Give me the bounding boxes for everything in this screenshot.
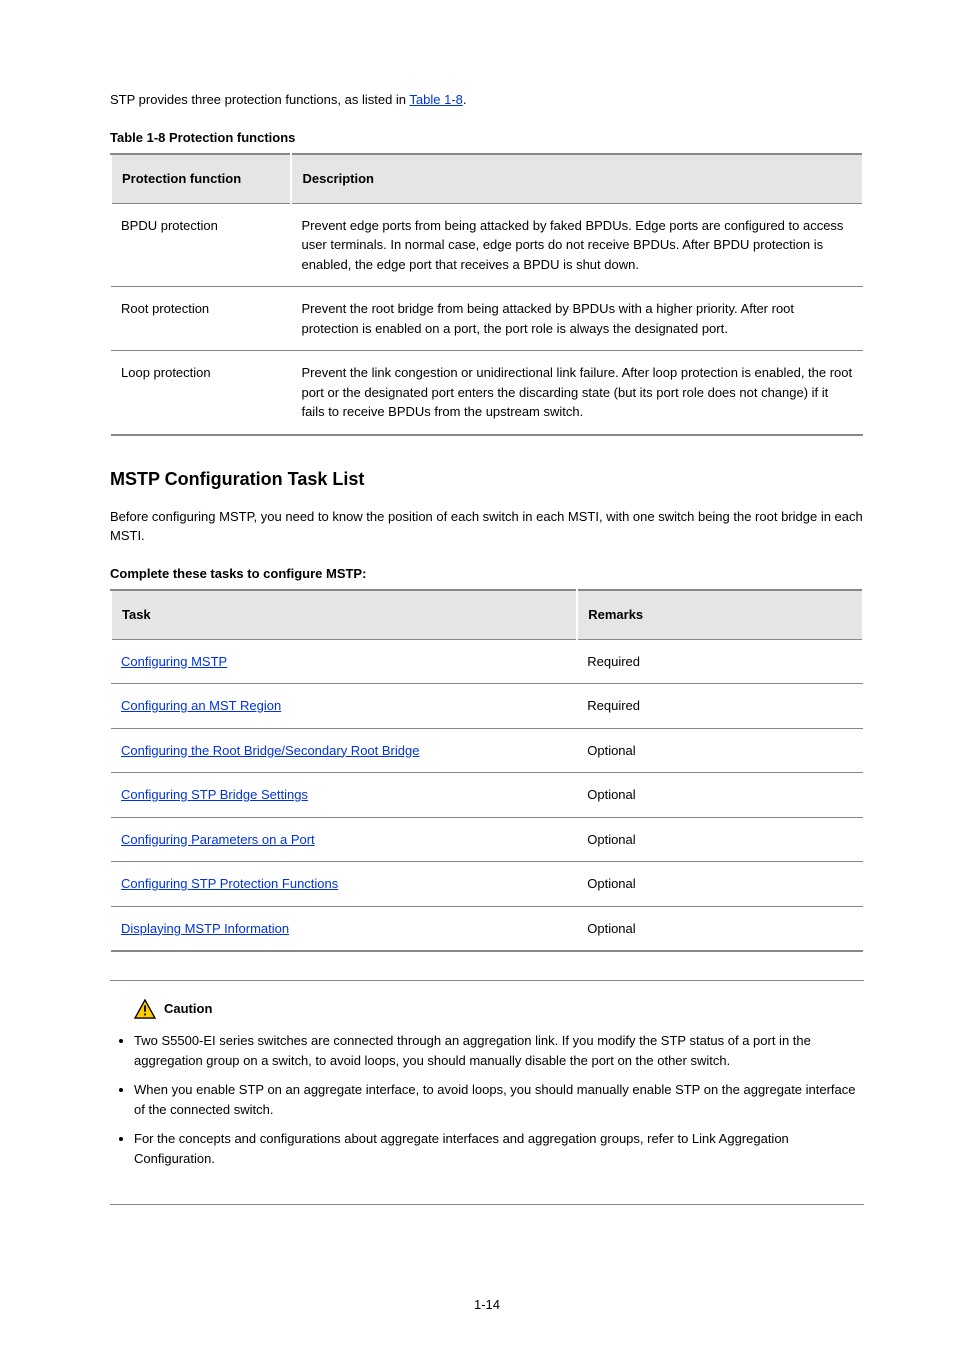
remarks-cell: Required xyxy=(577,639,863,684)
intro-text-after: . xyxy=(463,92,467,107)
task-link[interactable]: Configuring Parameters on a Port xyxy=(121,832,315,847)
intro-paragraph: STP provides three protection functions,… xyxy=(110,90,864,110)
list-item: When you enable STP on an aggregate inte… xyxy=(134,1080,864,1119)
table-row: Displaying MSTP Information Optional xyxy=(111,906,863,951)
table-row: Root protection Prevent the root bridge … xyxy=(111,287,863,351)
remarks-cell: Optional xyxy=(577,862,863,907)
caution-heading: Caution xyxy=(134,999,864,1019)
task-cell: Configuring the Root Bridge/Secondary Ro… xyxy=(111,728,577,773)
table-row: Configuring MSTP Required xyxy=(111,639,863,684)
table-row: Configuring STP Protection Functions Opt… xyxy=(111,862,863,907)
table-row: Configuring an MST Region Required xyxy=(111,684,863,729)
table1-cell-description: Prevent the link congestion or unidirect… xyxy=(291,351,863,435)
caution-label: Caution xyxy=(164,999,212,1019)
table1-cell-description: Prevent the root bridge from being attac… xyxy=(291,287,863,351)
task-cell: Configuring STP Protection Functions xyxy=(111,862,577,907)
caution-list: Two S5500-EI series switches are connect… xyxy=(110,1031,864,1168)
table-row: BPDU protection Prevent edge ports from … xyxy=(111,203,863,287)
table1-cell-function: BPDU protection xyxy=(111,203,291,287)
protection-functions-table: Protection function Description BPDU pro… xyxy=(110,153,864,436)
task-cell: Displaying MSTP Information xyxy=(111,906,577,951)
mstp-task-table: Task Remarks Configuring MSTP Required C… xyxy=(110,589,864,952)
table1-cell-function: Loop protection xyxy=(111,351,291,435)
table1-header-description: Description xyxy=(291,154,863,203)
caution-block: Caution Two S5500-EI series switches are… xyxy=(110,980,864,1205)
remarks-cell: Optional xyxy=(577,728,863,773)
intro-text-before: STP provides three protection functions,… xyxy=(110,92,409,107)
task-link[interactable]: Configuring STP Protection Functions xyxy=(121,876,338,891)
table-row: Configuring STP Bridge Settings Optional xyxy=(111,773,863,818)
warning-icon xyxy=(134,999,156,1019)
remarks-cell: Optional xyxy=(577,906,863,951)
task-cell: Configuring Parameters on a Port xyxy=(111,817,577,862)
task-link[interactable]: Configuring an MST Region xyxy=(121,698,281,713)
table-row: Loop protection Prevent the link congest… xyxy=(111,351,863,435)
task-link[interactable]: Configuring STP Bridge Settings xyxy=(121,787,308,802)
table1-header-function: Protection function xyxy=(111,154,291,203)
task-cell: Configuring STP Bridge Settings xyxy=(111,773,577,818)
table2-header-task: Task xyxy=(111,590,577,639)
intro-xref-link[interactable]: Table 1-8 xyxy=(409,92,462,107)
section-heading: MSTP Configuration Task List xyxy=(110,466,864,493)
section-intro-paragraph: Before configuring MSTP, you need to kno… xyxy=(110,507,864,546)
task-cell: Configuring MSTP xyxy=(111,639,577,684)
table1-cell-function: Root protection xyxy=(111,287,291,351)
table2-header-remarks: Remarks xyxy=(577,590,863,639)
page-number: 1-14 xyxy=(110,1295,864,1315)
list-item: For the concepts and configurations abou… xyxy=(134,1129,864,1168)
remarks-cell: Required xyxy=(577,684,863,729)
table-row: Configuring Parameters on a Port Optiona… xyxy=(111,817,863,862)
table1-caption: Table 1-8 Protection functions xyxy=(110,128,864,148)
table-row: Configuring the Root Bridge/Secondary Ro… xyxy=(111,728,863,773)
task-cell: Configuring an MST Region xyxy=(111,684,577,729)
remarks-cell: Optional xyxy=(577,773,863,818)
task-link[interactable]: Configuring MSTP xyxy=(121,654,227,669)
list-item: Two S5500-EI series switches are connect… xyxy=(134,1031,864,1070)
remarks-cell: Optional xyxy=(577,817,863,862)
task-link[interactable]: Configuring the Root Bridge/Secondary Ro… xyxy=(121,743,419,758)
task-link[interactable]: Displaying MSTP Information xyxy=(121,921,289,936)
table1-cell-description: Prevent edge ports from being attacked b… xyxy=(291,203,863,287)
table2-caption: Complete these tasks to configure MSTP: xyxy=(110,564,864,584)
